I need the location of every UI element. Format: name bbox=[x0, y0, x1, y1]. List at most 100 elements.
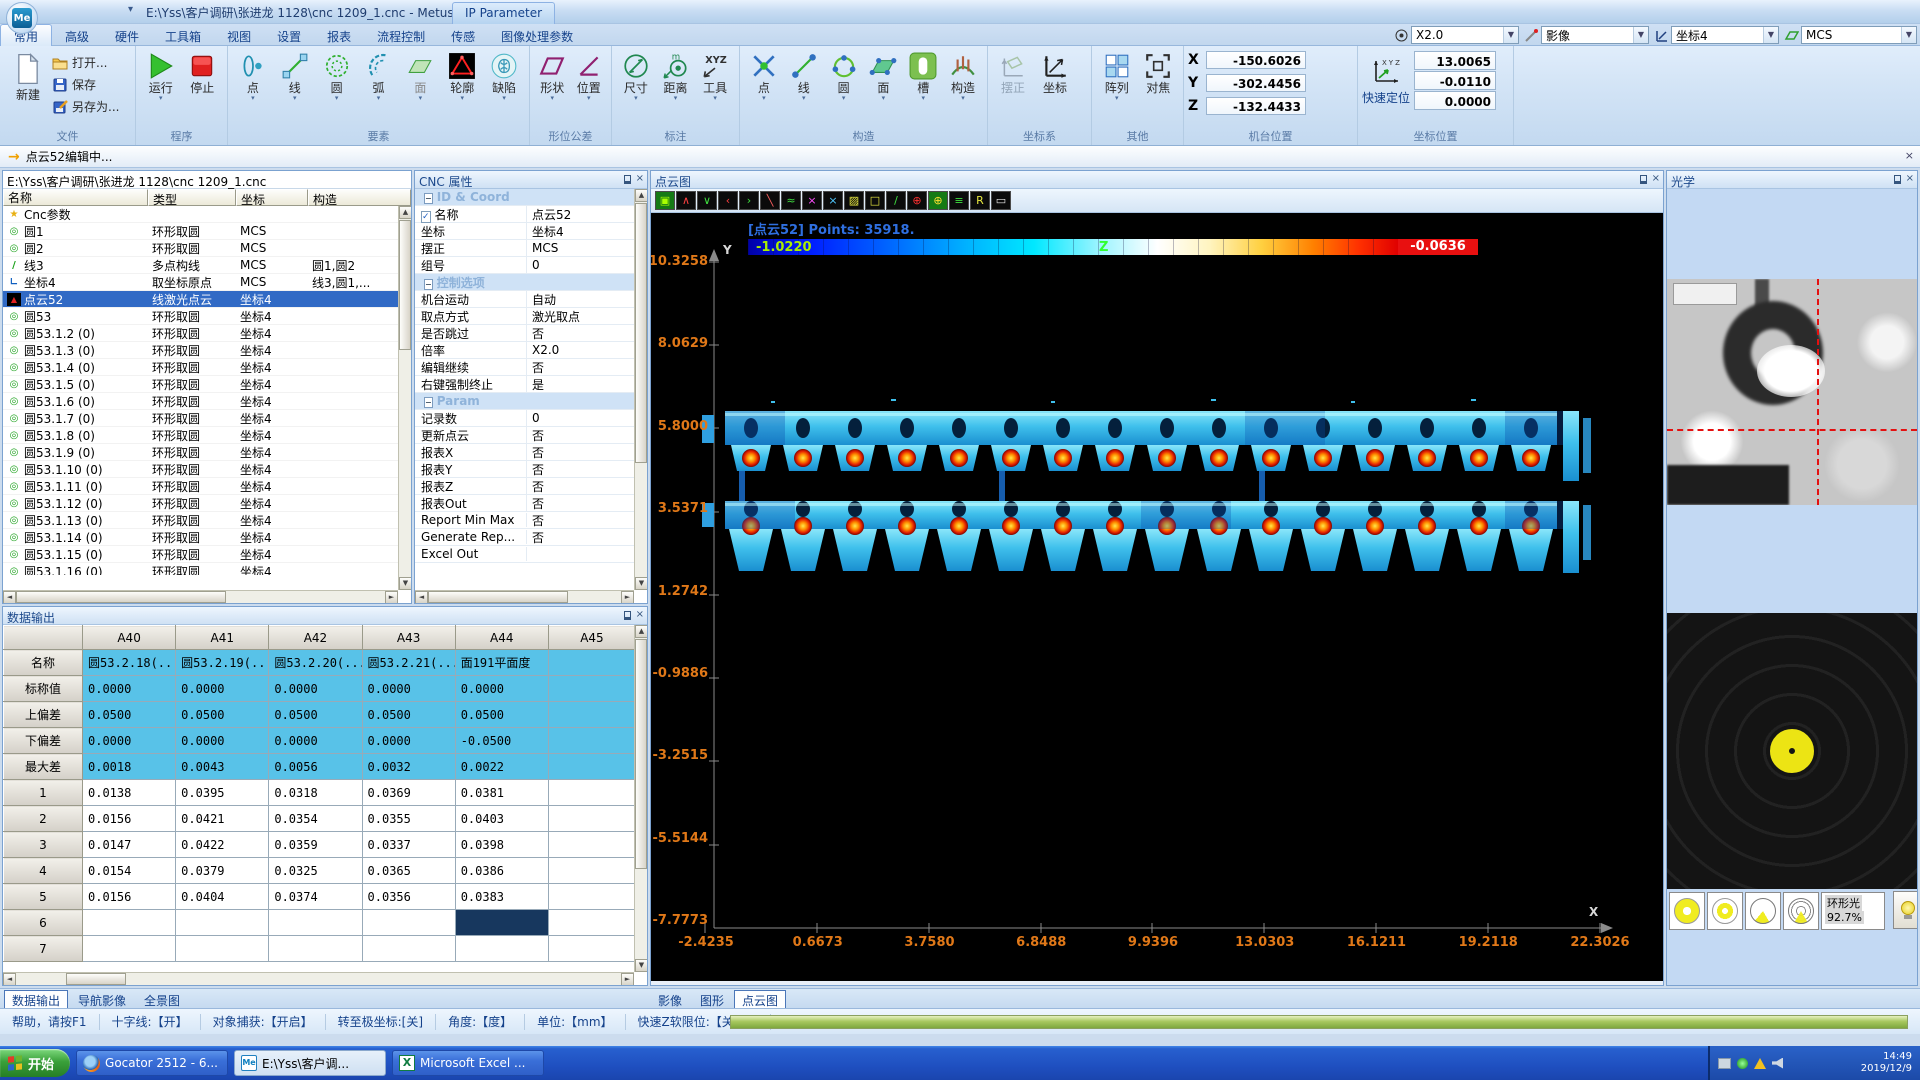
toolbar-button[interactable]: ⊕ bbox=[928, 191, 948, 210]
row-header[interactable]: 7 bbox=[4, 936, 83, 962]
coordinate-button[interactable]: 坐标 bbox=[1034, 49, 1076, 95]
col-header[interactable]: A41 bbox=[176, 626, 269, 650]
align-button[interactable]: 摆正 bbox=[992, 49, 1034, 95]
cell[interactable]: 0.0395 bbox=[176, 780, 269, 806]
toolbar-button[interactable]: □ bbox=[865, 191, 885, 210]
property-row[interactable]: 编辑继续 否 bbox=[415, 359, 634, 376]
cell[interactable]: 0.0000 bbox=[362, 728, 455, 754]
property-row[interactable]: Generate Rep... 否 bbox=[415, 529, 634, 546]
property-row[interactable]: 坐标 坐标4 bbox=[415, 223, 634, 240]
collapse-icon[interactable]: − bbox=[424, 397, 433, 408]
property-row[interactable]: 组号 0 bbox=[415, 257, 634, 274]
cell[interactable]: 0.0000 bbox=[176, 728, 269, 754]
focus-button[interactable]: 对焦 bbox=[1138, 49, 1180, 95]
cell[interactable]: 0.0500 bbox=[176, 702, 269, 728]
property-row[interactable]: 报表X 否 bbox=[415, 444, 634, 461]
construct-line-button[interactable]: 线▾ bbox=[784, 49, 824, 102]
quick-access-dropdown-icon[interactable]: ▾ bbox=[128, 4, 133, 15]
feature-circle-button[interactable]: 圆▾ bbox=[316, 49, 358, 102]
tool-button[interactable]: XYZ 工具▾ bbox=[695, 49, 735, 102]
col-header[interactable]: A45 bbox=[548, 626, 634, 650]
distance-button[interactable]: m 距离▾ bbox=[656, 49, 696, 102]
close-icon[interactable]: × bbox=[636, 173, 644, 184]
toolbar-button[interactable]: × bbox=[802, 191, 822, 210]
quick-position-button[interactable]: XYZ 快速定位 bbox=[1362, 53, 1410, 106]
pin-icon[interactable] bbox=[1894, 175, 1901, 184]
cell[interactable] bbox=[362, 936, 455, 962]
cell[interactable]: 圆53.2.21(... bbox=[362, 650, 455, 676]
col-header[interactable]: A44 bbox=[455, 626, 548, 650]
cell[interactable]: 0.0369 bbox=[362, 780, 455, 806]
close-icon[interactable]: × bbox=[1905, 149, 1914, 162]
chevron-down-icon[interactable]: ▼ bbox=[1763, 27, 1778, 43]
row-header[interactable]: 标称值 bbox=[4, 676, 83, 702]
cell[interactable]: 0.0000 bbox=[83, 728, 176, 754]
property-row[interactable]: Report Min Max 否 bbox=[415, 512, 634, 529]
cell[interactable]: 0.0500 bbox=[269, 702, 362, 728]
cell[interactable] bbox=[548, 910, 634, 936]
feature-line-button[interactable]: 线▾ bbox=[274, 49, 316, 102]
pin-icon[interactable] bbox=[624, 175, 631, 184]
chevron-down-icon[interactable]: ▼ bbox=[1633, 27, 1648, 43]
tab-ip-parameter[interactable]: IP Parameter bbox=[452, 2, 555, 24]
toolbar-button[interactable]: ≡ bbox=[949, 191, 969, 210]
cell[interactable] bbox=[548, 650, 634, 676]
property-row[interactable]: −控制选项 bbox=[415, 274, 634, 291]
tree-row[interactable]: 圆1 环形取圆 MCS bbox=[3, 223, 411, 240]
tree-row[interactable]: 线3 多点构线 MCS 圆1,圆2 bbox=[3, 257, 411, 274]
feature-defect-button[interactable]: 缺陷▾ bbox=[483, 49, 525, 102]
property-row[interactable]: 记录数 0 bbox=[415, 410, 634, 427]
cell[interactable]: -0.0500 bbox=[455, 728, 548, 754]
construct-circle-button[interactable]: 圆▾ bbox=[824, 49, 864, 102]
pin-icon[interactable] bbox=[1640, 175, 1647, 184]
cell[interactable]: 0.0318 bbox=[269, 780, 362, 806]
cell[interactable] bbox=[83, 910, 176, 936]
col-name[interactable]: 名称 bbox=[3, 189, 148, 206]
tree-row[interactable]: 圆53.1.15 (0) 环形取圆 坐标4 bbox=[3, 546, 411, 563]
row-header[interactable]: 4 bbox=[4, 858, 83, 884]
tree-row[interactable]: 圆53.1.6 (0) 环形取圆 坐标4 bbox=[3, 393, 411, 410]
cell[interactable]: 0.0421 bbox=[176, 806, 269, 832]
open-button[interactable]: 打开... bbox=[52, 53, 119, 72]
cell[interactable]: 0.0354 bbox=[269, 806, 362, 832]
toolbar-button[interactable]: ⊕ bbox=[907, 191, 927, 210]
cell[interactable]: 0.0018 bbox=[83, 754, 176, 780]
cell[interactable]: 0.0154 bbox=[83, 858, 176, 884]
property-row[interactable]: 报表Out 否 bbox=[415, 495, 634, 512]
tree-row[interactable]: 圆53.1.2 (0) 环形取圆 坐标4 bbox=[3, 325, 411, 342]
cell[interactable] bbox=[548, 676, 634, 702]
cell[interactable] bbox=[548, 832, 634, 858]
tree-row[interactable]: 圆53.1.8 (0) 环形取圆 坐标4 bbox=[3, 427, 411, 444]
cell[interactable]: 0.0381 bbox=[455, 780, 548, 806]
cell[interactable]: 0.0337 bbox=[362, 832, 455, 858]
toolbar-button[interactable]: ∨ bbox=[697, 191, 717, 210]
toolbar-button[interactable]: ≈ bbox=[781, 191, 801, 210]
cnc-horizontal-scrollbar[interactable]: ◄► bbox=[415, 590, 634, 603]
cell[interactable] bbox=[269, 936, 362, 962]
property-row[interactable]: 机台运动 自动 bbox=[415, 291, 634, 308]
cell[interactable]: 0.0000 bbox=[269, 676, 362, 702]
tree-row[interactable]: 圆53.1.9 (0) 环形取圆 坐标4 bbox=[3, 444, 411, 461]
toolbar-button[interactable]: R bbox=[970, 191, 990, 210]
cell[interactable]: 0.0374 bbox=[269, 884, 362, 910]
cell[interactable]: 0.0147 bbox=[83, 832, 176, 858]
toolbar-button[interactable]: / bbox=[886, 191, 906, 210]
cell[interactable] bbox=[455, 910, 548, 936]
cell[interactable]: 0.0000 bbox=[269, 728, 362, 754]
cell[interactable]: 0.0359 bbox=[269, 832, 362, 858]
form-button[interactable]: 形状▾ bbox=[534, 49, 571, 102]
pin-icon[interactable] bbox=[624, 611, 631, 620]
cell[interactable] bbox=[455, 936, 548, 962]
cell[interactable]: 0.0022 bbox=[455, 754, 548, 780]
cell[interactable]: 0.0138 bbox=[83, 780, 176, 806]
position-button[interactable]: 位置▾ bbox=[571, 49, 608, 102]
cell[interactable]: 0.0032 bbox=[362, 754, 455, 780]
alert-tray-icon[interactable] bbox=[1754, 1058, 1766, 1069]
tree-row[interactable]: 圆53 环形取圆 坐标4 bbox=[3, 308, 411, 325]
tree-row[interactable]: 圆53.1.12 (0) 环形取圆 坐标4 bbox=[3, 495, 411, 512]
property-row[interactable]: 报表Y 否 bbox=[415, 461, 634, 478]
cell[interactable]: 圆53.2.19(... bbox=[176, 650, 269, 676]
cell[interactable] bbox=[548, 806, 634, 832]
taskbar-app-gocator[interactable]: Gocator 2512 - 6... bbox=[76, 1050, 228, 1076]
cell[interactable]: 0.0325 bbox=[269, 858, 362, 884]
